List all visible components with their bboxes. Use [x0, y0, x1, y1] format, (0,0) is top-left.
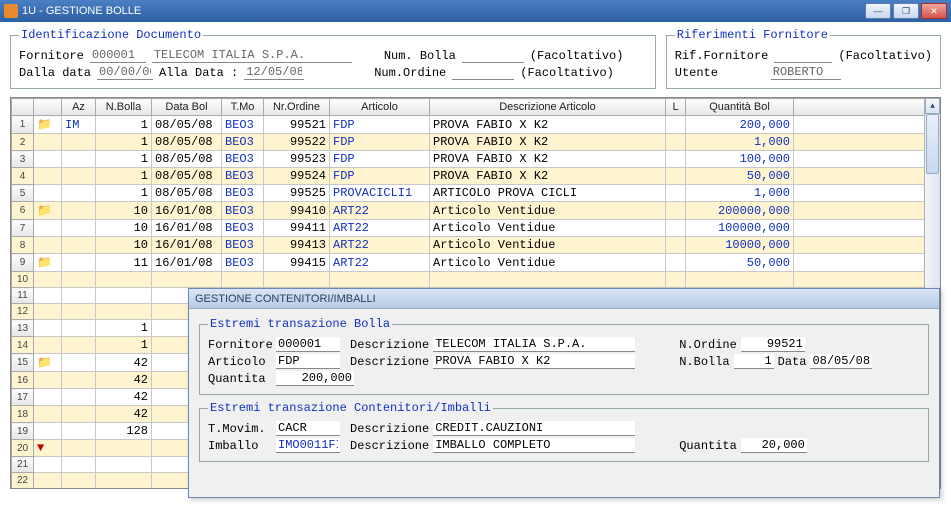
- numordine-facoltativo: (Facoltativo): [520, 66, 614, 80]
- dlg-cont-desc2-label: Descrizione: [350, 439, 429, 453]
- utente-input: [771, 65, 841, 80]
- dlg-cont-quantita-value[interactable]: [741, 438, 807, 453]
- dlg-cont-desc2-value: [433, 438, 635, 453]
- numordine-input[interactable]: [452, 65, 514, 80]
- table-row[interactable]: 6📁1016/01/08BEO399410ART22Articolo Venti…: [12, 202, 940, 220]
- riferimenti-fornitore-box: Riferimenti Fornitore Rif.Fornitore (Fac…: [666, 28, 941, 89]
- dlg-cont-desc-value: [433, 421, 635, 436]
- numordine-label: Num.Ordine: [374, 66, 446, 80]
- numbolla-input[interactable]: [462, 48, 524, 63]
- table-row[interactable]: 10: [12, 272, 940, 288]
- dalla-data-input[interactable]: [97, 65, 153, 80]
- dlg-nbolla-label: N.Bolla: [679, 355, 729, 369]
- table-row[interactable]: 1📁IM108/05/08BEO399521FDPPROVA FABIO X K…: [12, 116, 940, 134]
- grid-header-9[interactable]: L: [666, 99, 686, 116]
- scroll-up-button[interactable]: ▲: [925, 98, 940, 114]
- alla-data-input[interactable]: [244, 65, 304, 80]
- window-title: 1U - GESTIONE BOLLE: [22, 5, 865, 17]
- cont-legend: Estremi transazione Contenitori/Imballi: [208, 401, 493, 415]
- dlg-tmovim-value[interactable]: [276, 421, 340, 436]
- grid-header-7[interactable]: Articolo: [330, 99, 430, 116]
- estremi-contenitori-box: Estremi transazione Contenitori/Imballi …: [199, 401, 929, 462]
- dlg-imballo-value[interactable]: [276, 438, 340, 453]
- app-icon: [4, 4, 18, 18]
- grid-header-8[interactable]: Descrizione Articolo: [430, 99, 666, 116]
- table-row[interactable]: 2108/05/08BEO399522FDPPROVA FABIO X K21,…: [12, 134, 940, 151]
- grid-header-11[interactable]: [794, 99, 940, 116]
- grid-header-4[interactable]: Data Bol: [152, 99, 222, 116]
- dlg-data-value: [810, 354, 872, 369]
- riffornitore-facoltativo: (Facoltativo): [838, 49, 932, 63]
- dlg-nordine-label: N.Ordine: [679, 338, 737, 352]
- fornitore-code-input[interactable]: [90, 48, 146, 63]
- dlg-articolo-label: Articolo: [208, 355, 272, 369]
- dlg-desc2-value: [433, 354, 635, 369]
- dlg-desc2-label: Descrizione: [350, 355, 429, 369]
- dlg-data-label: Data: [778, 355, 807, 369]
- dlg-desc-value: [433, 337, 635, 352]
- dlg-quantita-value: [276, 371, 354, 386]
- bolla-legend: Estremi transazione Bolla: [208, 317, 392, 331]
- utente-label: Utente: [675, 66, 765, 80]
- grid-header-3[interactable]: N.Bolla: [96, 99, 152, 116]
- dlg-desc-label: Descrizione: [350, 338, 429, 352]
- close-button[interactable]: ✕: [921, 3, 947, 19]
- rif-legend: Riferimenti Fornitore: [675, 28, 830, 42]
- fornitore-name-input: [152, 48, 352, 63]
- dialog-title[interactable]: GESTIONE CONTENITORI/IMBALLI: [189, 289, 939, 309]
- table-row[interactable]: 71016/01/08BEO399411ART22Articolo Ventid…: [12, 220, 940, 237]
- dlg-fornitore-code: [276, 337, 340, 352]
- grid-header-1[interactable]: [34, 99, 62, 116]
- window-titlebar: 1U - GESTIONE BOLLE ― ❐ ✕: [0, 0, 951, 22]
- dlg-fornitore-label: Fornitore: [208, 338, 272, 352]
- dlg-cont-desc-label: Descrizione: [350, 422, 429, 436]
- dlg-articolo-value: [276, 354, 340, 369]
- numbolla-label: Num. Bolla: [384, 49, 456, 63]
- table-row[interactable]: 9📁1116/01/08BEO399415ART22Articolo Venti…: [12, 254, 940, 272]
- table-row[interactable]: 3108/05/08BEO399523FDPPROVA FABIO X K210…: [12, 151, 940, 168]
- dlg-tmovim-label: T.Movim.: [208, 422, 272, 436]
- grid-header-0[interactable]: [12, 99, 34, 116]
- dalla-data-label: Dalla data: [19, 66, 91, 80]
- dlg-quantita-label: Quantita: [208, 372, 272, 386]
- dlg-imballo-label: Imballo: [208, 439, 272, 453]
- dlg-nbolla-value: [734, 354, 774, 369]
- table-row[interactable]: 5108/05/08BEO399525PROVACICLI1ARTICOLO P…: [12, 185, 940, 202]
- table-row[interactable]: 81016/01/08BEO399413ART22Articolo Ventid…: [12, 237, 940, 254]
- estremi-bolla-box: Estremi transazione Bolla Fornitore Desc…: [199, 317, 929, 395]
- grid-header-5[interactable]: T.Mo: [222, 99, 264, 116]
- grid-header-2[interactable]: Az: [62, 99, 96, 116]
- table-row[interactable]: 4108/05/08BEO399524FDPPROVA FABIO X K250…: [12, 168, 940, 185]
- minimize-button[interactable]: ―: [865, 3, 891, 19]
- maximize-button[interactable]: ❐: [893, 3, 919, 19]
- alla-data-label: Alla Data :: [159, 66, 238, 80]
- ident-legend: Identificazione Documento: [19, 28, 203, 42]
- grid-header-10[interactable]: Quantità Bol: [686, 99, 794, 116]
- dlg-cont-quantita-label: Quantita: [679, 439, 737, 453]
- identificazione-documento-box: Identificazione Documento Fornitore Num.…: [10, 28, 656, 89]
- fornitore-label: Fornitore: [19, 49, 84, 63]
- riffornitore-label: Rif.Fornitore: [675, 49, 769, 63]
- scroll-thumb[interactable]: [926, 114, 939, 174]
- grid-header-6[interactable]: Nr.Ordine: [264, 99, 330, 116]
- dlg-nordine-value: [741, 337, 805, 352]
- riffornitore-input[interactable]: [774, 48, 832, 63]
- gestione-contenitori-dialog: GESTIONE CONTENITORI/IMBALLI Estremi tra…: [188, 288, 940, 498]
- numbolla-facoltativo: (Facoltativo): [530, 49, 624, 63]
